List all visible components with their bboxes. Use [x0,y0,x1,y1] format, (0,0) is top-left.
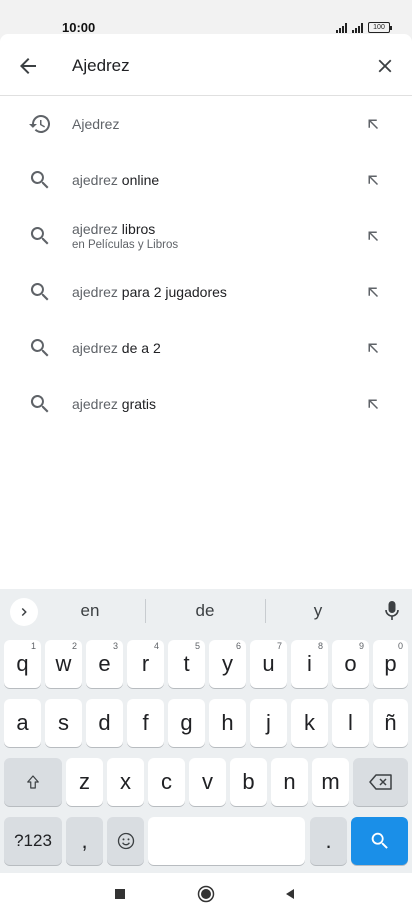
key-f[interactable]: f [127,699,164,747]
word-suggestion[interactable]: y [278,601,358,621]
suggestion-item[interactable]: ajedrez libros en Películas y Libros [0,208,412,264]
key-a[interactable]: a [4,699,41,747]
search-icon [30,395,49,413]
key-n[interactable]: n [271,758,308,806]
key-z[interactable]: z [66,758,103,806]
search-screen: Ajedrez ajedrez online ajedrez lib [0,34,412,589]
search-key[interactable] [351,817,408,865]
suggestion-item[interactable]: ajedrez online [0,152,412,208]
arrow-up-left-icon[interactable] [364,283,382,301]
suggestion-list: Ajedrez ajedrez online ajedrez libros en… [0,96,412,432]
search-icon [371,832,388,849]
home-button[interactable] [196,884,216,904]
battery-icon: 100 [368,22,392,33]
suggestion-typed: ajedrez [72,284,118,300]
key-g[interactable]: g [168,699,205,747]
suggestion-item[interactable]: ajedrez de a 2 [0,320,412,376]
triangle-back-icon [286,889,294,899]
key-v[interactable]: v [189,758,226,806]
key-q[interactable]: q1 [4,640,41,688]
key-w[interactable]: w2 [45,640,82,688]
key-i[interactable]: i8 [291,640,328,688]
circle-icon [197,885,215,903]
search-bar [0,34,412,96]
key-d[interactable]: d [86,699,123,747]
recents-button[interactable] [110,884,130,904]
key-l[interactable]: l [332,699,369,747]
key-m[interactable]: m [312,758,349,806]
suggestion-label: libros [117,221,156,237]
suggestion-item[interactable]: ajedrez gratis [0,376,412,432]
emoji-icon [117,832,134,850]
search-icon [30,227,49,245]
key-e[interactable]: e3 [86,640,123,688]
suggestion-label: online [117,172,160,188]
divider [265,599,266,623]
keyboard: en de y q1 w2 e3 r4 t5 y6 u7 i8 o9 p0 a … [0,589,412,873]
status-time: 10:00 [62,20,96,35]
signal-icon [352,22,363,33]
suggestion-label: de a 2 [117,340,161,356]
backspace-key[interactable] [353,758,408,806]
expand-toolbar-button[interactable] [10,598,38,626]
suggestion-typed: ajedrez [72,221,118,237]
status-icons: 100 [336,22,392,33]
emoji-key[interactable] [107,817,144,865]
comma-key[interactable]: , [66,817,103,865]
word-suggestion[interactable]: en [50,601,130,621]
suggestion-typed: ajedrez [72,172,118,188]
suggestion-typed: ajedrez [72,340,118,356]
back-nav-button[interactable] [280,884,300,904]
key-s[interactable]: s [45,699,82,747]
key-y[interactable]: y6 [209,640,246,688]
search-input[interactable] [72,54,352,78]
backspace-icon [368,774,392,790]
word-suggestion[interactable]: de [165,601,245,621]
arrow-back-icon [20,58,36,74]
shift-key[interactable] [4,758,62,806]
suggestion-label: gratis [117,396,157,412]
key-h[interactable]: h [209,699,246,747]
key-p[interactable]: p0 [373,640,408,688]
divider [145,599,146,623]
signal-icon [336,22,347,33]
arrow-up-left-icon[interactable] [364,227,382,245]
suggestion-typed: ajedrez [72,396,118,412]
search-icon [30,283,49,301]
arrow-up-left-icon[interactable] [364,115,382,133]
chevron-right-icon [21,607,27,617]
close-icon [378,59,392,73]
key-o[interactable]: o9 [332,640,369,688]
space-key[interactable] [148,817,305,865]
key-j[interactable]: j [250,699,287,747]
clear-button[interactable] [374,55,396,77]
key-c[interactable]: c [148,758,185,806]
arrow-up-left-icon[interactable] [364,395,382,413]
suggestion-item[interactable]: ajedrez para 2 jugadores [0,264,412,320]
key-r[interactable]: r4 [127,640,164,688]
suggestion-label: para 2 jugadores [117,284,227,300]
shift-icon [27,775,39,789]
search-icon [30,339,49,357]
key-t[interactable]: t5 [168,640,205,688]
key-x[interactable]: x [107,758,144,806]
navigation-bar [0,873,412,915]
suggestion-item[interactable]: Ajedrez [0,96,412,152]
key-n-tilde[interactable]: ñ [373,699,408,747]
search-icon [30,171,49,189]
period-key[interactable]: . [310,817,347,865]
arrow-up-left-icon[interactable] [364,171,382,189]
key-b[interactable]: b [230,758,267,806]
arrow-up-left-icon[interactable] [364,339,382,357]
key-u[interactable]: u7 [250,640,287,688]
suggestion-label: Ajedrez [72,116,120,132]
history-icon [29,114,51,133]
mic-icon[interactable] [384,599,400,623]
symbols-key[interactable]: ?123 [4,817,62,865]
square-icon [115,889,125,899]
back-button[interactable] [16,54,40,78]
suggestion-subtitle: en Películas y Libros [72,239,179,251]
keyboard-suggestion-strip: en de y [0,589,412,633]
key-k[interactable]: k [291,699,328,747]
